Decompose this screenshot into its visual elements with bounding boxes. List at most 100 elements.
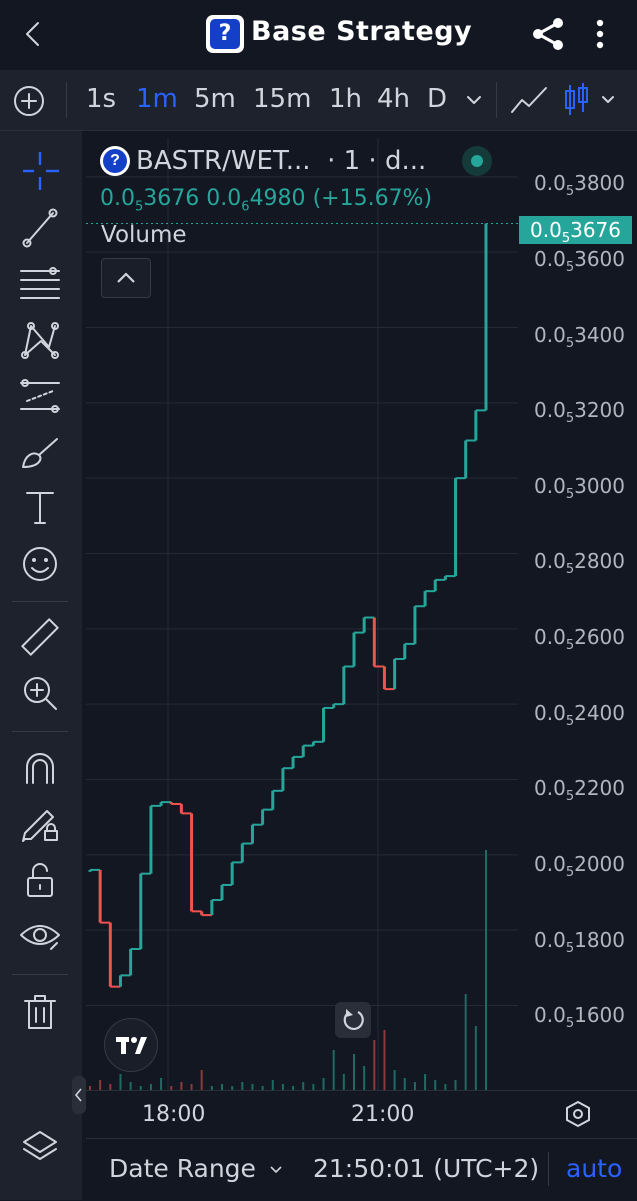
chevron-down-icon[interactable] <box>600 91 616 109</box>
brush-icon[interactable] <box>17 429 63 475</box>
collapse-legend-button[interactable] <box>101 258 151 298</box>
date-range-button[interactable]: Date Range <box>109 1154 284 1183</box>
more-vertical-icon[interactable] <box>586 14 614 54</box>
candle <box>149 805 153 874</box>
time-label: 18:00 <box>142 1102 206 1127</box>
tab-1s[interactable]: 1s <box>86 84 116 114</box>
candle <box>190 813 194 912</box>
divider <box>496 82 497 118</box>
price-label: 0.052400 <box>534 701 625 729</box>
tab-1m[interactable]: 1m <box>136 84 178 114</box>
volume-bar <box>271 1080 274 1090</box>
divider <box>548 1152 549 1186</box>
volume-bar <box>383 1030 386 1090</box>
fib-retracement-icon[interactable] <box>17 261 63 307</box>
price-label: 0.053000 <box>534 474 625 502</box>
volume-bar <box>332 1050 335 1090</box>
pattern-icon[interactable] <box>17 317 63 363</box>
candle <box>139 873 143 949</box>
price-label: 0.051600 <box>534 1003 625 1031</box>
candle <box>322 707 326 742</box>
volume-bar <box>180 1082 183 1090</box>
last-price-badge: 0.053676 <box>519 216 632 246</box>
candle <box>281 768 285 791</box>
chevron-down-icon[interactable] <box>464 90 484 110</box>
crosshair-icon[interactable] <box>17 148 63 194</box>
volume-bar <box>434 1080 437 1090</box>
tab-1h[interactable]: 1h <box>329 84 362 114</box>
candle <box>372 617 376 667</box>
candlestick-icon[interactable] <box>562 82 592 118</box>
price-label: 0.052600 <box>534 625 625 653</box>
price-label: 0.052000 <box>534 852 625 880</box>
tab-5m[interactable]: 5m <box>194 84 236 114</box>
candle <box>362 617 366 633</box>
volume-label[interactable]: Volume <box>101 222 187 248</box>
candle <box>250 824 254 844</box>
line-chart-icon[interactable] <box>510 84 548 116</box>
trash-icon[interactable] <box>17 990 63 1036</box>
emoji-icon[interactable] <box>17 541 63 587</box>
add-indicator-icon[interactable] <box>12 84 46 118</box>
price-label: 0.052200 <box>534 776 625 804</box>
ruler-icon[interactable] <box>17 614 63 660</box>
text-icon[interactable] <box>17 485 63 531</box>
price-label: 0.053800 <box>534 171 625 199</box>
divider <box>12 601 68 602</box>
reset-chart-icon[interactable] <box>335 1002 371 1038</box>
volume-bar <box>363 1066 366 1090</box>
trend-line-icon[interactable] <box>17 205 63 251</box>
eye-icon[interactable] <box>17 913 63 959</box>
axis-settings-icon[interactable] <box>562 1098 594 1130</box>
volume-bar <box>119 1074 122 1090</box>
candle <box>118 975 122 987</box>
volume-bar <box>413 1082 416 1090</box>
tab-4h[interactable]: 4h <box>377 84 410 114</box>
lock-drawing-icon[interactable] <box>17 801 63 847</box>
candle <box>271 790 275 810</box>
candle <box>108 922 112 987</box>
volume-bar <box>464 994 467 1090</box>
tradingview-logo-icon[interactable] <box>104 1018 158 1072</box>
volume-bar <box>454 1080 457 1090</box>
clock-timezone[interactable]: 21:50:01 (UTC+2) <box>313 1154 539 1183</box>
tab-15m[interactable]: 15m <box>253 84 311 114</box>
candle <box>352 632 356 667</box>
parallel-channel-icon[interactable] <box>17 373 63 419</box>
symbol-legend[interactable]: BASTR/WET... · 1 · d... <box>136 146 426 176</box>
candle <box>291 756 295 769</box>
pair-logo: ? <box>100 146 130 176</box>
auto-scale-button[interactable]: auto <box>566 1154 622 1183</box>
divider <box>12 974 68 975</box>
collapse-toolbar-handle[interactable] <box>72 1076 86 1114</box>
market-status-dot <box>471 155 483 167</box>
share-icon[interactable] <box>528 14 568 54</box>
volume-bar <box>403 1078 406 1090</box>
tab-d[interactable]: D <box>427 84 447 114</box>
volume-bar <box>474 1026 477 1090</box>
price-label: 0.053600 <box>534 247 625 275</box>
logo-glyph: ? <box>210 19 240 49</box>
app-logo: ? <box>206 15 244 53</box>
back-arrow-icon[interactable] <box>14 14 54 54</box>
price-label: 0.051800 <box>534 928 625 956</box>
layers-icon[interactable] <box>20 1126 60 1166</box>
time-label: 21:00 <box>351 1102 415 1127</box>
candle <box>403 643 407 659</box>
candle <box>342 666 346 705</box>
volume-bar <box>322 1078 325 1090</box>
magnet-icon[interactable] <box>17 745 63 791</box>
volume-bar <box>342 1074 345 1090</box>
divider <box>12 731 68 732</box>
volume-bar <box>424 1074 427 1090</box>
candle <box>261 809 265 825</box>
candle <box>210 900 214 916</box>
candle <box>220 884 224 901</box>
zoom-in-icon[interactable] <box>17 670 63 716</box>
candle <box>301 745 305 757</box>
volume-bar <box>393 1070 396 1090</box>
unlock-icon[interactable] <box>17 857 63 903</box>
volume-bar <box>373 1040 376 1090</box>
candle <box>454 478 458 577</box>
pair-logo-glyph: ? <box>103 149 127 173</box>
